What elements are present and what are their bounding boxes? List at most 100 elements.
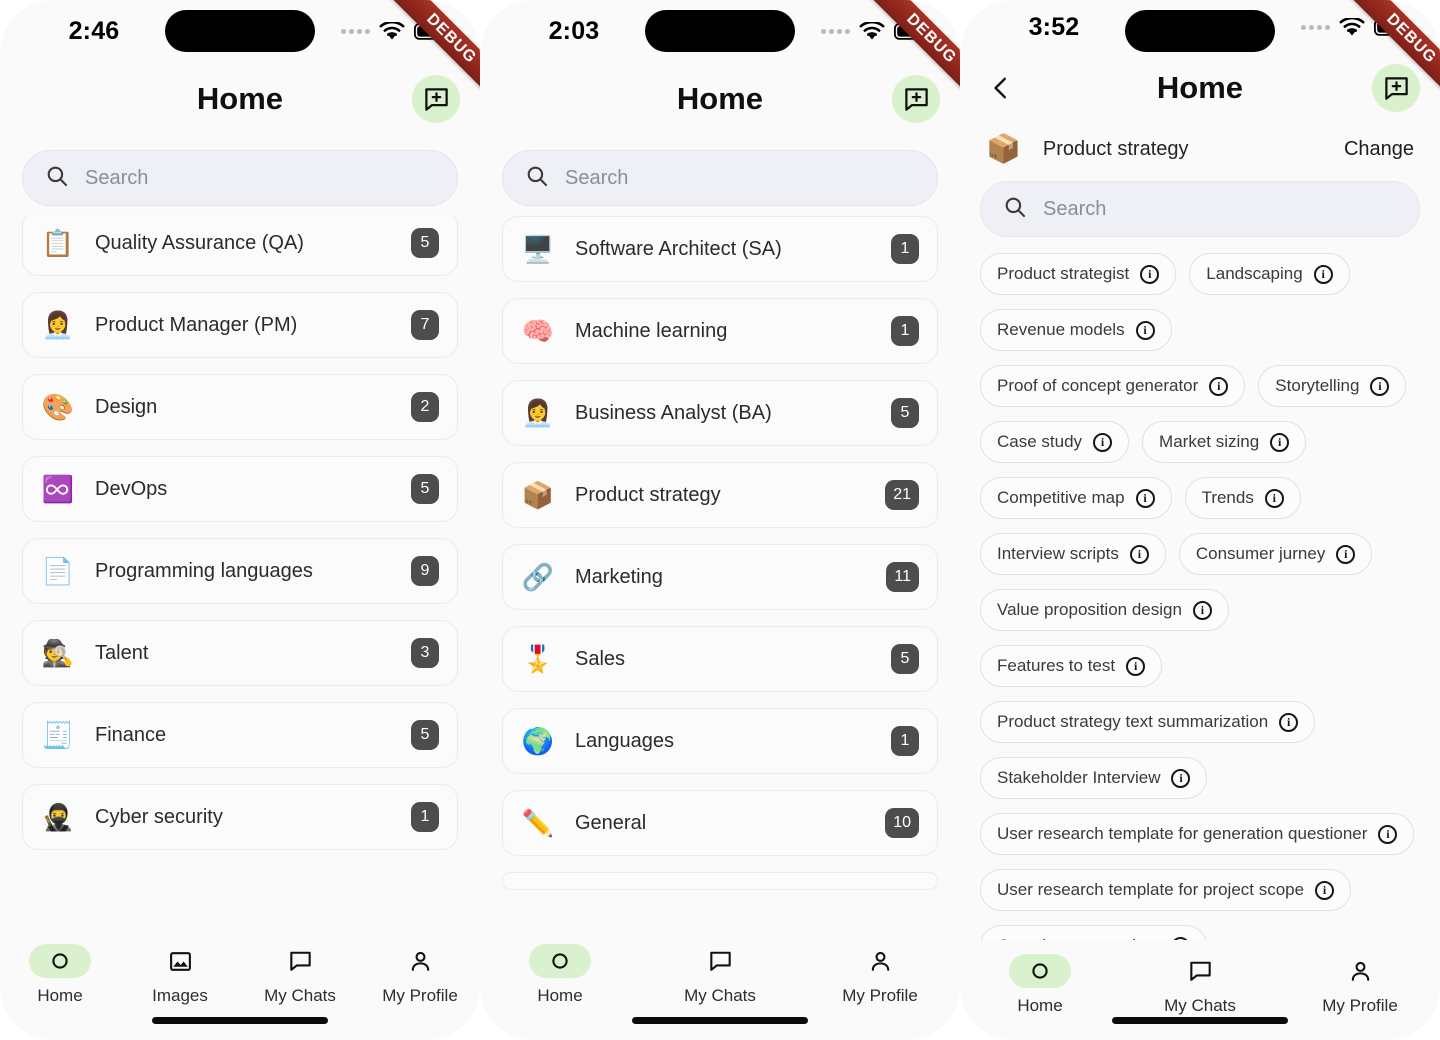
prompt-chip[interactable]: Product strategist i (980, 253, 1177, 296)
prompt-chip[interactable]: Proof of concept generator i (980, 365, 1246, 408)
search-input[interactable]: Search (980, 181, 1420, 238)
prompt-chip[interactable]: Features to test i (980, 645, 1163, 688)
prompt-chip[interactable]: User research template for project scope… (980, 869, 1352, 912)
list-item-label: Talent (95, 641, 149, 664)
chat-plus-icon[interactable] (892, 75, 940, 123)
table-row[interactable]: 👩‍💼 Product Manager (PM) 7 (22, 292, 458, 358)
info-icon[interactable]: i (1135, 320, 1155, 340)
status-time: 2:46 (68, 16, 120, 45)
nav-item-home[interactable]: Home (960, 954, 1120, 1016)
home-indicator (632, 1017, 808, 1024)
table-row[interactable]: ✏️ General 10 (502, 790, 938, 856)
prompt-chip-label: Competitive map (997, 488, 1125, 508)
prompt-chip-list[interactable]: Product strategist i Landscaping i Revenue… (960, 249, 1440, 941)
list-item-label: Marketing (575, 565, 663, 588)
prompt-chip[interactable]: Interview scripts i (980, 533, 1166, 576)
prompt-chip[interactable]: Case study i (980, 421, 1130, 464)
prompt-chip[interactable]: Storytelling i (1258, 365, 1407, 408)
chevron-left-icon[interactable] (984, 71, 1018, 105)
table-row[interactable]: 🕵️ Talent 3 (22, 620, 458, 686)
chat-plus-icon[interactable] (1372, 64, 1420, 113)
info-icon[interactable]: i (1209, 376, 1229, 396)
nav-label: My Profile (1322, 996, 1398, 1016)
search-input[interactable]: Search (502, 150, 938, 206)
table-row[interactable]: 📋 Quality Assurance (QA) 5 (22, 216, 458, 276)
table-row[interactable]: 📄 Programming languages 9 (22, 538, 458, 604)
table-row[interactable]: 🧾 Finance 5 (22, 702, 458, 768)
product-strategy-icon: 📦 (986, 133, 1021, 165)
nav-item-images[interactable]: Images (120, 944, 240, 1006)
category-list[interactable]: 🖥️ Software Architect (SA) 1 🧠 Machine l… (480, 216, 960, 930)
info-icon[interactable]: i (1093, 432, 1113, 452)
status-badge: 1 (891, 316, 919, 346)
info-icon[interactable]: i (1135, 488, 1155, 508)
prompt-chip[interactable]: Stakeholder Interview i (980, 757, 1208, 800)
info-icon[interactable]: i (1126, 656, 1146, 676)
info-icon[interactable]: i (1270, 432, 1290, 452)
prompt-chip[interactable]: Market sizing i (1142, 421, 1307, 464)
prompt-chip-label: Landscaping (1206, 264, 1303, 284)
table-row[interactable]: 📦 Product strategy 21 (502, 462, 938, 528)
info-icon[interactable]: i (1279, 712, 1299, 732)
status-bar: 3:52 (960, 0, 1440, 55)
info-icon[interactable]: i (1336, 544, 1356, 564)
home-indicator (1112, 1017, 1288, 1024)
info-icon[interactable]: i (1313, 264, 1333, 284)
product-strategy-icon: 📦 (521, 480, 555, 510)
table-row[interactable]: 🥷 Cyber security 1 (22, 784, 458, 850)
table-row[interactable]: 🖥️ Software Architect (SA) 1 (502, 216, 938, 282)
info-icon[interactable]: i (1315, 880, 1335, 900)
table-row[interactable]: 🎖️ Sales 5 (502, 626, 938, 692)
info-icon[interactable]: i (1129, 544, 1149, 564)
table-row[interactable]: 🎨 Design 2 (22, 374, 458, 440)
nav-label: Home (37, 986, 83, 1005)
info-icon[interactable]: i (1192, 600, 1212, 620)
chat-bubble-icon (689, 944, 751, 978)
prompt-chip[interactable]: Revenue models i (980, 309, 1172, 352)
info-icon[interactable]: i (1140, 264, 1160, 284)
info-icon[interactable]: i (1370, 376, 1390, 396)
nav-item-my-profile[interactable]: My Profile (360, 944, 480, 1006)
prompt-chip[interactable]: Questionare templatei (980, 925, 1207, 941)
chat-plus-icon[interactable] (412, 75, 460, 123)
info-icon[interactable]: i (1264, 488, 1284, 508)
dynamic-island (645, 10, 795, 52)
persona-header: 📦 Product strategy Change (960, 121, 1440, 173)
status-badge: 10 (885, 808, 919, 838)
nav-item-my-chats[interactable]: My Chats (1120, 954, 1280, 1016)
prompt-chip[interactable]: User research template for generation qu… (980, 813, 1415, 856)
person-icon (849, 944, 911, 978)
change-persona-button[interactable]: Change (1344, 138, 1414, 161)
prompt-chip[interactable]: Consumer jurney i (1178, 533, 1373, 576)
info-icon[interactable]: i (1171, 768, 1191, 788)
nav-item-my-profile[interactable]: My Profile (800, 944, 960, 1006)
nav-item-my-profile[interactable]: My Profile (1280, 954, 1440, 1016)
prompt-chip[interactable]: Competitive map i (980, 477, 1172, 520)
nav-item-my-chats[interactable]: My Chats (640, 944, 800, 1006)
wifi-icon (379, 21, 405, 41)
prompt-chip[interactable]: Landscaping i (1189, 253, 1350, 296)
table-row[interactable]: 👩‍💼 Business Analyst (BA) 5 (502, 380, 938, 446)
table-row[interactable]: 🔗 Marketing 11 (502, 544, 938, 610)
nav-item-home[interactable]: Home (0, 944, 120, 1006)
prompt-chip[interactable]: Product strategy text summarization i (980, 701, 1316, 744)
prompt-chip-label: Features to test (997, 656, 1116, 676)
info-icon[interactable]: i (1378, 824, 1398, 844)
status-badge: 9 (411, 556, 439, 586)
table-row[interactable]: 🌍 Languages 1 (502, 708, 938, 774)
phone-panel-3: 3:52 Home 📦 Product strategy Change Sear… (960, 0, 1440, 1040)
table-row[interactable]: ♾️ DevOps 5 (22, 456, 458, 522)
nav-label: My Chats (684, 986, 756, 1005)
prompt-chip-label: Storytelling (1275, 376, 1360, 396)
status-badge: 5 (411, 720, 439, 750)
nav-item-home[interactable]: Home (480, 944, 640, 1006)
nav-item-my-chats[interactable]: My Chats (240, 944, 360, 1006)
signal-dots-icon (1301, 25, 1330, 31)
category-list[interactable]: 📋 Quality Assurance (QA) 5 👩‍💼 Product M… (0, 216, 480, 930)
search-input[interactable]: Search (22, 150, 458, 206)
prompt-chip[interactable]: Value proposition design i (980, 589, 1229, 632)
prompt-chip[interactable]: Trends i (1184, 477, 1301, 520)
search-icon (525, 164, 549, 193)
table-row[interactable]: 🧠 Machine learning 1 (502, 298, 938, 364)
list-item-partial[interactable] (502, 872, 938, 890)
